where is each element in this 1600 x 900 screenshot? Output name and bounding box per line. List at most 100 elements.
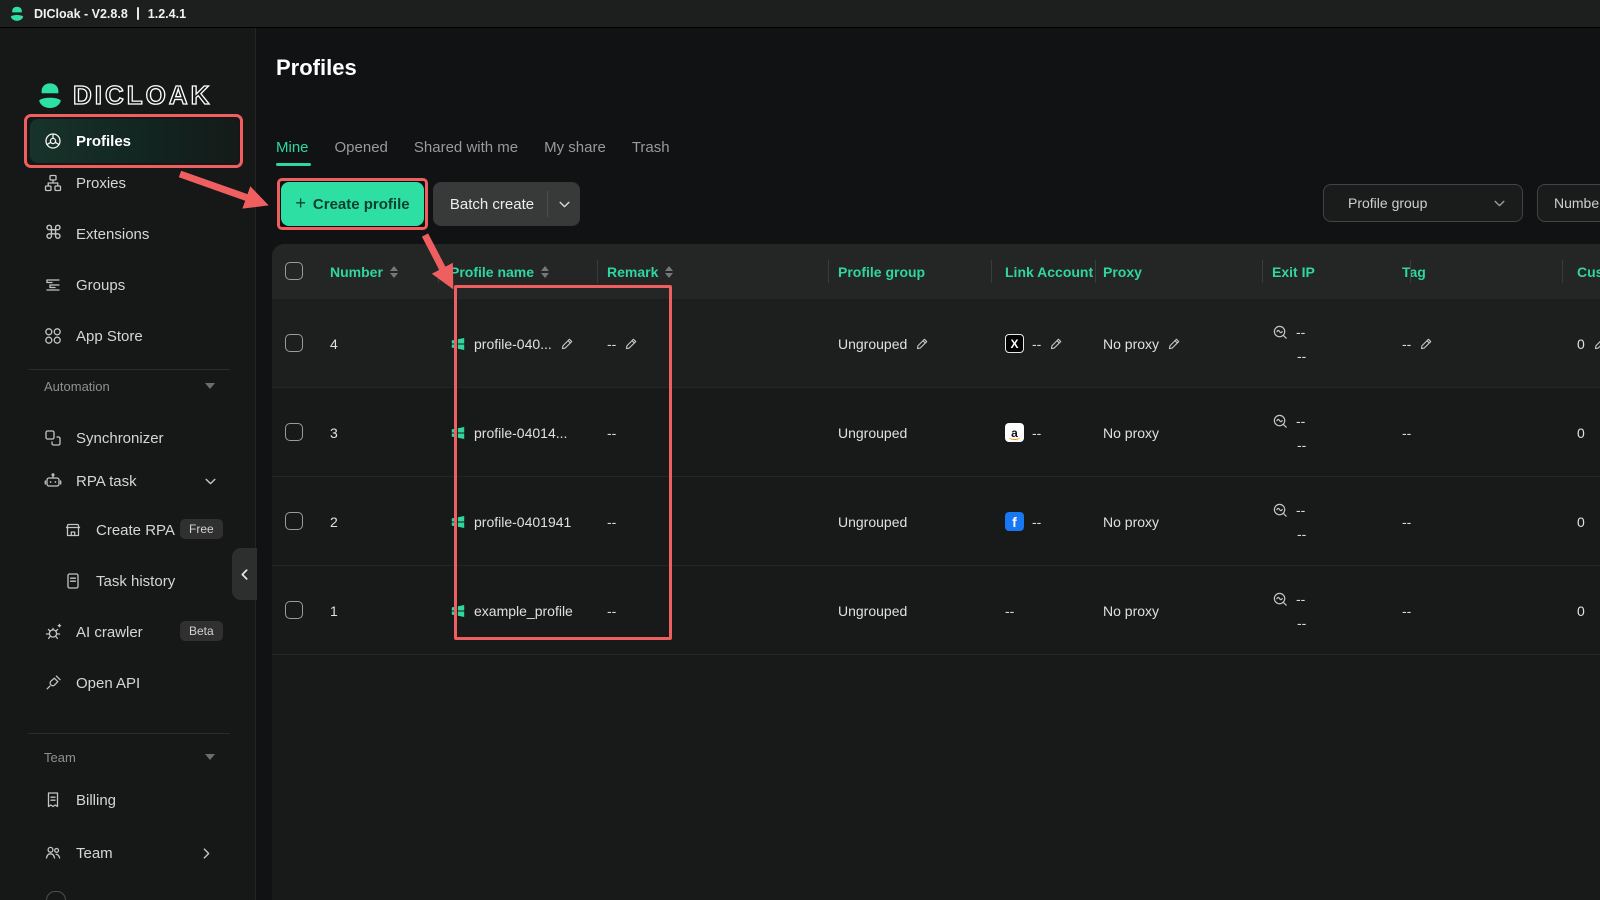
edit-pencil-icon[interactable]	[915, 337, 929, 351]
cell-cost[interactable]: 0	[1577, 566, 1585, 655]
sort-icon[interactable]	[541, 265, 550, 278]
cell-profile-group[interactable]: Ungrouped	[838, 566, 907, 655]
header-profile-name[interactable]: Profile name	[450, 244, 550, 299]
row-checkbox[interactable]	[285, 512, 303, 530]
cell-cost[interactable]: 0	[1577, 477, 1585, 566]
cell-profile-group[interactable]: Ungrouped	[838, 388, 907, 477]
cell-tag[interactable]: --	[1402, 477, 1411, 566]
edit-pencil-icon[interactable]	[1419, 337, 1433, 351]
cell-proxy[interactable]: No proxy	[1103, 299, 1181, 388]
sidebar-collapse-handle[interactable]	[232, 548, 257, 600]
rpa-expand-chevron-icon[interactable]	[204, 475, 217, 488]
sidebar-item-proxies[interactable]: Proxies	[30, 161, 238, 205]
edit-pencil-icon[interactable]	[624, 337, 638, 351]
select-all-checkbox[interactable]	[285, 262, 303, 280]
cell-cost[interactable]: 0	[1577, 299, 1600, 388]
create-profile-button[interactable]: + Create profile	[281, 182, 424, 226]
windows-icon	[451, 604, 465, 617]
cell-tag[interactable]: --	[1402, 566, 1411, 655]
tab-trash[interactable]: Trash	[632, 139, 670, 156]
profile-group-filter-select[interactable]: Profile group	[1323, 184, 1523, 222]
tab-opened[interactable]: Opened	[335, 139, 388, 156]
table-header-row: Number Profile name Remark Profile group…	[272, 244, 1600, 299]
table-row[interactable]: 4 profile-040... -- Ungrouped X -- No pr…	[272, 299, 1600, 388]
section-collapse-caret-icon[interactable]	[205, 754, 215, 760]
sidebar-item-task-history[interactable]: Task history	[30, 559, 238, 603]
team-expand-chevron-icon[interactable]	[200, 847, 213, 860]
sidebar-item-billing[interactable]: Billing	[30, 778, 238, 822]
edit-pencil-icon[interactable]	[560, 337, 574, 351]
row-checkbox[interactable]	[285, 334, 303, 352]
sidebar-item-synchronizer[interactable]: Synchronizer	[30, 416, 238, 460]
cell-profile-group[interactable]: Ungrouped	[838, 299, 929, 388]
edit-pencil-icon[interactable]	[1049, 337, 1063, 351]
tab-shared-with-me[interactable]: Shared with me	[414, 139, 518, 156]
cell-exit-ip: -- --	[1272, 388, 1306, 477]
section-automation[interactable]: Automation	[44, 379, 110, 394]
row-checkbox[interactable]	[285, 601, 303, 619]
column-separator	[991, 260, 992, 283]
header-tag: Tag	[1402, 244, 1426, 299]
section-collapse-caret-icon[interactable]	[205, 383, 215, 389]
header-remark[interactable]: Remark	[607, 244, 674, 299]
logo: DICLOAK	[36, 79, 212, 111]
sidebar-item-app-store[interactable]: App Store	[30, 314, 238, 358]
ip-lookup-icon[interactable]	[1272, 324, 1289, 341]
cell-link-account[interactable]: a --	[1005, 388, 1041, 477]
dicloak-mask-icon	[39, 82, 61, 108]
cell-proxy[interactable]: No proxy	[1103, 388, 1159, 477]
table-row[interactable]: 1 example_profile -- Ungrouped -- No pro…	[272, 566, 1600, 655]
tab-my-share[interactable]: My share	[544, 139, 606, 156]
ip-lookup-icon[interactable]	[1272, 591, 1289, 608]
chevron-down-icon	[1494, 200, 1505, 206]
ip-lookup-icon[interactable]	[1272, 502, 1289, 519]
cell-profile-name[interactable]: profile-0401941	[450, 477, 571, 566]
proxies-network-icon	[44, 174, 62, 192]
number-filter-input[interactable]: Number	[1537, 184, 1600, 222]
cell-link-account[interactable]: f --	[1005, 477, 1041, 566]
cell-proxy[interactable]: No proxy	[1103, 477, 1159, 566]
cell-profile-name[interactable]: profile-04014...	[450, 388, 567, 477]
edit-pencil-icon[interactable]	[1593, 337, 1600, 351]
section-team[interactable]: Team	[44, 750, 76, 765]
open-api-plug-icon	[46, 675, 61, 690]
cost-text: 0	[1577, 513, 1585, 530]
cell-profile-name[interactable]: example_profile	[450, 566, 573, 655]
cell-profile-group[interactable]: Ungrouped	[838, 477, 907, 566]
partial-sidebar-item-icon	[46, 891, 66, 900]
cell-remark[interactable]: --	[607, 299, 638, 388]
cell-cost[interactable]: 0	[1577, 388, 1585, 477]
cell-profile-name[interactable]: profile-040...	[450, 299, 574, 388]
ip-lookup-icon[interactable]	[1272, 413, 1289, 430]
edit-pencil-icon[interactable]	[1167, 337, 1181, 351]
profile-name-text: profile-040...	[474, 335, 552, 352]
batch-create-button[interactable]: Batch create	[433, 182, 580, 226]
table-row[interactable]: 3 profile-04014... -- Ungrouped a -- No …	[272, 388, 1600, 477]
sidebar-item-open-api[interactable]: Open API	[30, 661, 238, 705]
cell-remark[interactable]: --	[607, 477, 616, 566]
sort-icon[interactable]	[665, 265, 674, 278]
sidebar-item-profiles[interactable]: Profiles	[30, 119, 238, 163]
task-history-doc-icon	[67, 573, 79, 589]
tab-mine[interactable]: Mine	[276, 139, 309, 156]
cell-link-account[interactable]: X --	[1005, 299, 1063, 388]
cell-link-account[interactable]: --	[1005, 566, 1014, 655]
sidebar-item-groups[interactable]: Groups	[30, 263, 238, 307]
cell-tag[interactable]: --	[1402, 388, 1411, 477]
cell-remark[interactable]: --	[607, 388, 616, 477]
cell-tag[interactable]: --	[1402, 299, 1433, 388]
batch-create-dropdown[interactable]	[548, 198, 580, 211]
sort-icon[interactable]	[389, 265, 398, 278]
header-number[interactable]: Number	[330, 244, 398, 299]
profiles-table: Number Profile name Remark Profile group…	[272, 244, 1600, 900]
header-link-account: Link Account	[1005, 244, 1093, 299]
cell-remark[interactable]: --	[607, 566, 616, 655]
app-title: DICloak - V2.8.8	[34, 6, 128, 21]
group-text: Ungrouped	[838, 602, 908, 619]
cell-proxy[interactable]: No proxy	[1103, 566, 1159, 655]
row-checkbox[interactable]	[285, 423, 303, 441]
table-row[interactable]: 2 profile-0401941 -- Ungrouped f -- No p…	[272, 477, 1600, 566]
header-label: Remark	[607, 263, 659, 280]
exit-ip-text: --	[1297, 347, 1307, 364]
sidebar-item-extensions[interactable]: ⌘ Extensions	[30, 212, 238, 256]
